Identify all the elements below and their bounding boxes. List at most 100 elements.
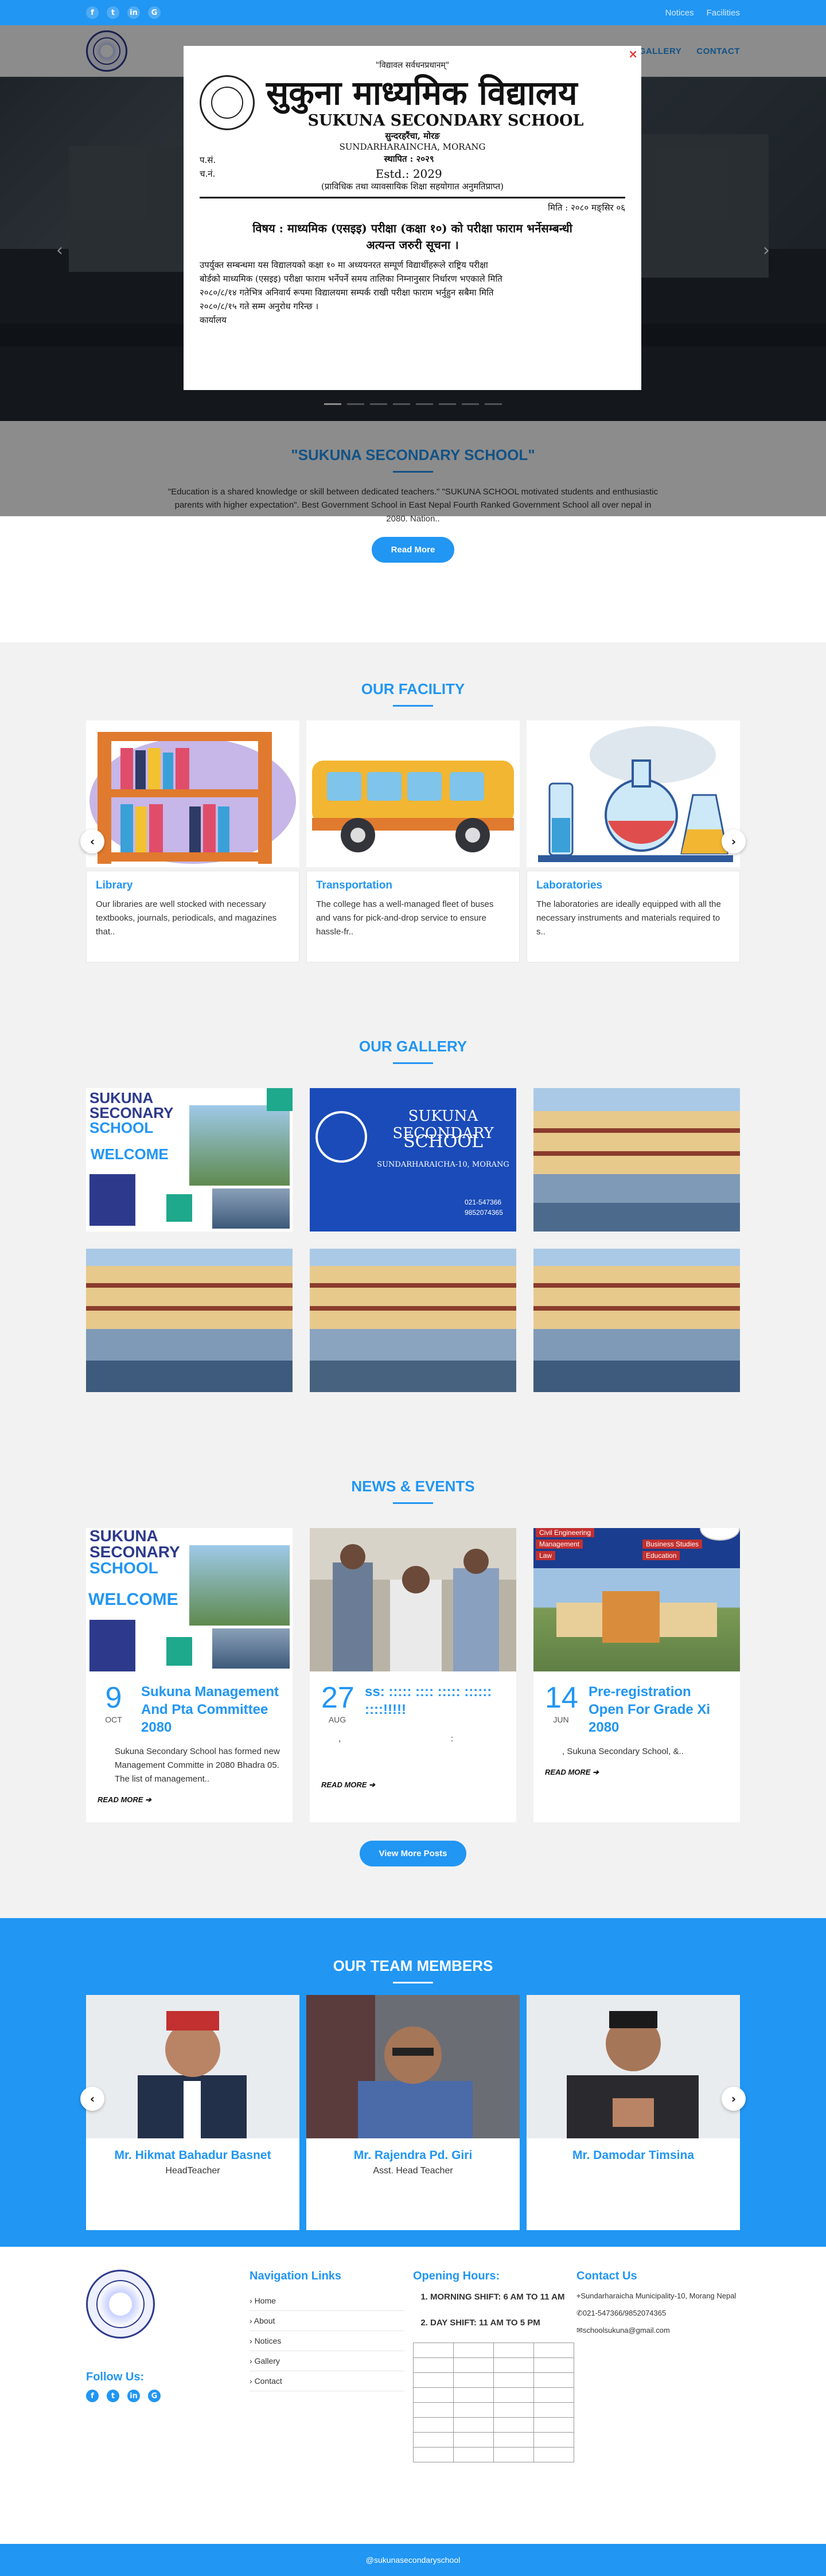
facility-card-title[interactable]: Library [96, 879, 290, 892]
footer-bottom-bar: @sukunasecondaryschool [0, 2544, 826, 2576]
gallery-image[interactable]: SUKUNA SECONARY SCHOOL WELCOME [86, 1088, 293, 1232]
news-poster-course: Law [536, 1551, 556, 1560]
title-underline [393, 705, 433, 707]
modal-body-line: २०८०/८/१४ गतेभित्र अनिवार्य रूपमा विद्या… [200, 287, 494, 298]
gallery-image[interactable] [86, 1249, 293, 1392]
news-image: SUKUNA SECONARY SCHOOL WELCOME [86, 1528, 293, 1671]
linkedin-icon[interactable]: in [127, 2390, 140, 2402]
modal-sign: कार्यालय [200, 315, 227, 325]
gallery-section: OUR GALLERY SUKUNA SECONARY SCHOOL WELCO… [0, 1000, 826, 1440]
team-member-card[interactable]: Mr. Hikmat Bahadur Basnet HeadTeacher [86, 1995, 299, 2230]
team-member-card[interactable]: Mr. Damodar Timsina [527, 1995, 740, 2230]
facility-card[interactable]: Library Our libraries are well stocked w… [86, 720, 299, 962]
news-card[interactable]: SUKUNA SECONARY SCHOOL WELCOME 9 OCT Suku… [86, 1528, 293, 1822]
team-member-photo [527, 1995, 740, 2138]
gallery-image[interactable]: SUKUNA SECONDARY SCHOOL SUNDARHARAICHA-1… [310, 1088, 516, 1232]
news-poster-word: SCHOOL [89, 1559, 158, 1577]
modal-note: (प्राविधिक तथा व्यावसायिक शिक्षा सहयोगात… [321, 181, 504, 192]
team-member-card[interactable]: Mr. Rajendra Pd. Giri Asst. Head Teacher [306, 1995, 520, 2230]
news-image [310, 1528, 516, 1671]
facility-card[interactable]: Transportation The college has a well-ma… [306, 720, 520, 962]
hours-table [413, 2343, 574, 2462]
news-poster-course: Civil Engineering [536, 1528, 595, 1537]
school-emblem [200, 75, 255, 130]
team-member-name: Mr. Hikmat Bahadur Basnet [114, 2149, 271, 2162]
facility-title: OUR FACILITY [361, 680, 465, 697]
team-next-arrow[interactable]: › [722, 2087, 746, 2111]
news-title: NEWS & EVENTS [351, 1478, 475, 1495]
contact-email[interactable]: ✉schoolsukuna@gmail.com [576, 2325, 740, 2336]
phone-icon: ✆ [576, 2309, 583, 2318]
team-prev-arrow[interactable]: ‹ [80, 2087, 104, 2111]
footer-nav-label: Home [254, 2296, 276, 2305]
footer-nav-label: Contact [254, 2376, 282, 2386]
news-card-text: , : [338, 1734, 454, 1744]
modal-close-button[interactable]: × [628, 47, 638, 61]
laboratory-illustration [527, 720, 740, 867]
gallery-poster-welcome: WELCOME [91, 1145, 169, 1163]
news-poster-welcome: WELCOME [88, 1590, 178, 1609]
contact-address: ⌖Sundarharaicha Municipality-10, Morang … [576, 2291, 740, 2301]
view-more-posts-button[interactable]: View More Posts [359, 1841, 467, 1866]
top-link-facilities[interactable]: Facilities [707, 8, 740, 18]
twitter-icon[interactable]: t [107, 2390, 119, 2402]
team-member-photo [306, 1995, 520, 2138]
footer-nav-contact[interactable]: › Contact [250, 2371, 404, 2391]
news-card[interactable]: Civil Engineering Management Law Busines… [533, 1528, 740, 1822]
gallery-image[interactable] [533, 1088, 740, 1232]
team-section: OUR TEAM MEMBERS ‹ › Mr. Hikmat Bahadur … [0, 1918, 826, 2247]
linkedin-icon[interactable]: in [127, 6, 140, 19]
facebook-icon[interactable]: f [86, 6, 99, 19]
news-read-more-link[interactable]: READ MORE ➔ [98, 1795, 281, 1805]
library-illustration [86, 720, 299, 867]
opening-hours-title: Opening Hours: [413, 2270, 500, 2282]
facility-next-arrow[interactable]: › [722, 829, 746, 854]
gallery-poster-school: SCHOOL [403, 1132, 483, 1152]
news-day: 27 [321, 1681, 354, 1714]
gallery-poster-word: SUKUNA [89, 1089, 154, 1106]
news-card-text: Sukuna Secondary School has formed new M… [115, 1746, 280, 1784]
facility-card-title[interactable]: Laboratories [536, 879, 730, 892]
twitter-icon[interactable]: t [107, 6, 119, 19]
modal-estd-english: Estd.: 2029 [375, 167, 442, 181]
google-plus-icon[interactable]: G [148, 2390, 161, 2402]
gallery-image[interactable] [533, 1249, 740, 1392]
news-poster-word: SUKUNA [89, 1528, 158, 1545]
facility-card-text: The college has a well-managed fleet of … [316, 899, 494, 937]
team-member-name: Mr. Rajendra Pd. Giri [353, 2149, 473, 2162]
news-read-more-link[interactable]: READ MORE ➔ [321, 1780, 505, 1790]
contact-phone[interactable]: ✆021-547366/9852074365 [576, 2308, 740, 2318]
opening-hours-item: DAY SHIFT: 11 AM TO 5 PM [430, 2317, 576, 2329]
facility-card[interactable]: Laboratories The laboratories are ideall… [527, 720, 740, 962]
news-section: NEWS & EVENTS SUKUNA SECONARY SCHOOL WEL… [0, 1440, 826, 1918]
facility-card-title[interactable]: Transportation [316, 879, 510, 892]
facebook-icon[interactable]: f [86, 2390, 99, 2402]
modal-body-line: २०८०/८/१५ गते सम्म अनुरोध गरिन्छ । [200, 301, 319, 311]
site-footer: Follow Us: f t in G Navigation Links › H… [0, 2247, 826, 2544]
gallery-image[interactable] [310, 1249, 516, 1392]
modal-title-english: SUKUNA SECONDARY SCHOOL [307, 111, 584, 130]
notice-modal: × "विद्यावल सर्वधनप्रधानम्" सुकुना माध्य… [184, 46, 641, 390]
opening-hours-item: MORNING SHIFT: 6 AM TO 11 AM [430, 2291, 576, 2303]
top-link-notices[interactable]: Notices [665, 8, 694, 18]
contact-phone-text: 021-547366/9852074365 [582, 2309, 667, 2318]
footer-nav-notices[interactable]: › Notices [250, 2331, 404, 2351]
footer-nav-label: Notices [254, 2336, 282, 2345]
footer-nav-gallery[interactable]: › Gallery [250, 2351, 404, 2371]
news-card[interactable]: 27 AUG ss: ::::: :::: ::::: :::::: ::::!!… [310, 1528, 516, 1822]
news-read-more-link[interactable]: READ MORE ➔ [545, 1768, 728, 1777]
facility-prev-arrow[interactable]: ‹ [80, 829, 104, 854]
title-underline [393, 1982, 433, 1983]
team-member-photo [86, 1995, 299, 2138]
footer-nav-about[interactable]: › About [250, 2311, 404, 2331]
footer-nav-home[interactable]: › Home [250, 2291, 404, 2311]
title-underline [393, 1502, 433, 1504]
modal-title-nepali: सुकुना माध्यमिक विद्यालय [266, 73, 578, 112]
read-more-button[interactable]: Read More [371, 536, 455, 563]
footer-logo[interactable] [86, 2270, 155, 2339]
news-poster-course: Management [536, 1540, 583, 1549]
modal-motto: "विद्यावल सर्वधनप्रधानम्" [375, 61, 450, 70]
news-month: JUN [553, 1715, 569, 1724]
modal-body-line: उपर्युक्त सम्बन्धमा यस विद्यालयको कक्षा … [200, 260, 488, 270]
google-plus-icon[interactable]: G [148, 6, 161, 19]
